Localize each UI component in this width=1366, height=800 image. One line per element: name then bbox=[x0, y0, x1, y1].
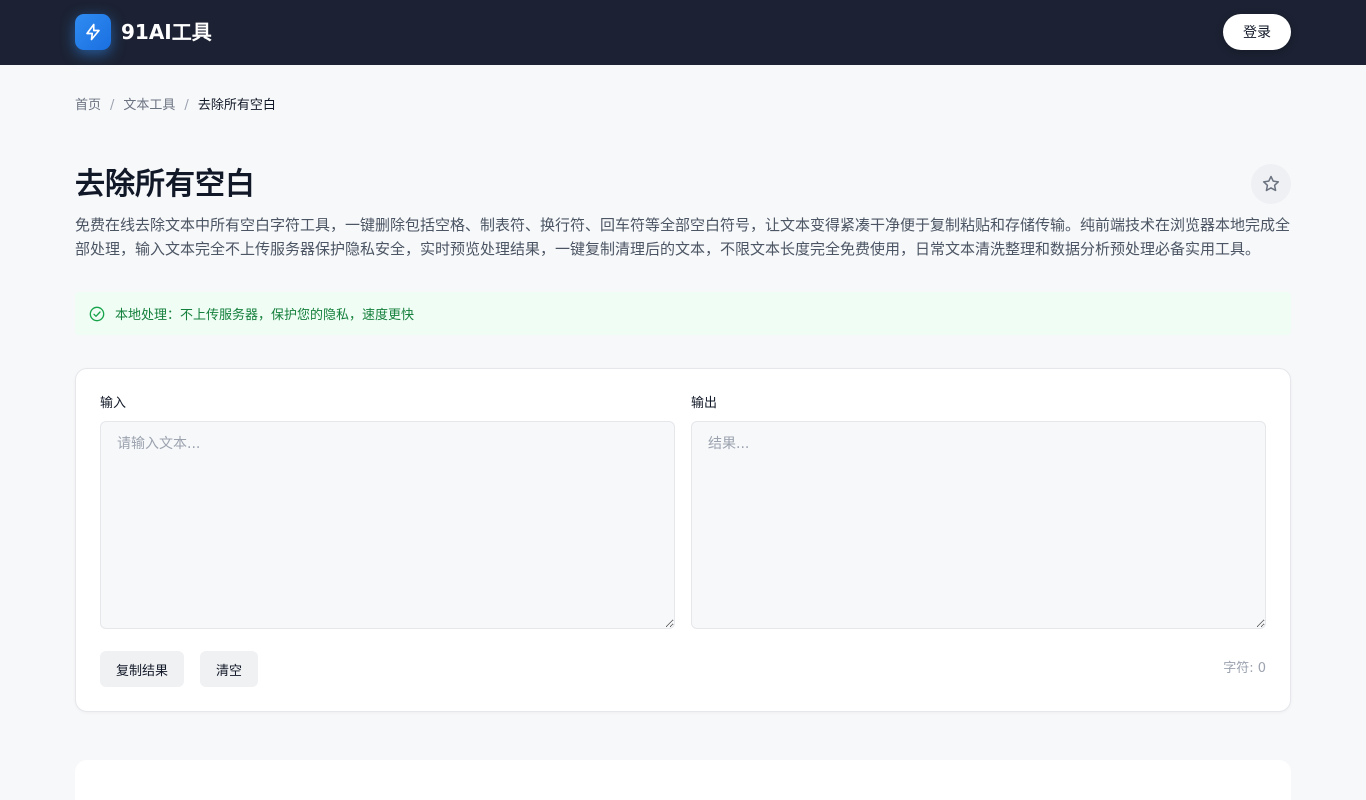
breadcrumb-current: 去除所有空白 bbox=[197, 98, 276, 113]
site-logo-text[interactable]: 91AI工具 bbox=[121, 18, 212, 46]
next-section-card bbox=[75, 760, 1291, 800]
clear-button[interactable]: 清空 bbox=[200, 651, 259, 687]
privacy-notice: 本地处理：不上传服务器，保护您的隐私，速度更快 bbox=[75, 292, 1291, 335]
login-button[interactable]: 登录 bbox=[1223, 14, 1291, 50]
breadcrumb-category-link[interactable]: 文本工具 bbox=[123, 96, 175, 116]
favorite-button[interactable] bbox=[1251, 164, 1291, 204]
check-circle-icon bbox=[89, 306, 105, 322]
breadcrumb-separator: / bbox=[184, 98, 189, 113]
output-textarea[interactable] bbox=[691, 421, 1266, 629]
star-icon bbox=[1262, 175, 1280, 192]
input-textarea[interactable] bbox=[100, 421, 675, 629]
lightning-icon[interactable] bbox=[75, 14, 111, 50]
tool-card: 输入 输出 复制结果 清空 字符: 0 bbox=[75, 368, 1291, 712]
breadcrumb-separator: / bbox=[110, 98, 115, 113]
page-description: 免费在线去除文本中所有空白字符工具，一键删除包括空格、制表符、换行符、回车符等全… bbox=[75, 216, 1291, 258]
copy-result-button[interactable]: 复制结果 bbox=[100, 651, 185, 687]
page-title: 去除所有空白 bbox=[75, 167, 255, 202]
output-label: 输出 bbox=[691, 396, 718, 411]
breadcrumb: 首页 / 文本工具 / 去除所有空白 bbox=[75, 96, 276, 116]
char-count: 字符: 0 bbox=[1223, 661, 1266, 676]
breadcrumb-home-link[interactable]: 首页 bbox=[75, 96, 101, 116]
privacy-notice-text: 本地处理：不上传服务器，保护您的隐私，速度更快 bbox=[115, 308, 415, 323]
top-navbar: 91AI工具 登录 bbox=[0, 0, 1366, 65]
input-label: 输入 bbox=[100, 396, 127, 411]
